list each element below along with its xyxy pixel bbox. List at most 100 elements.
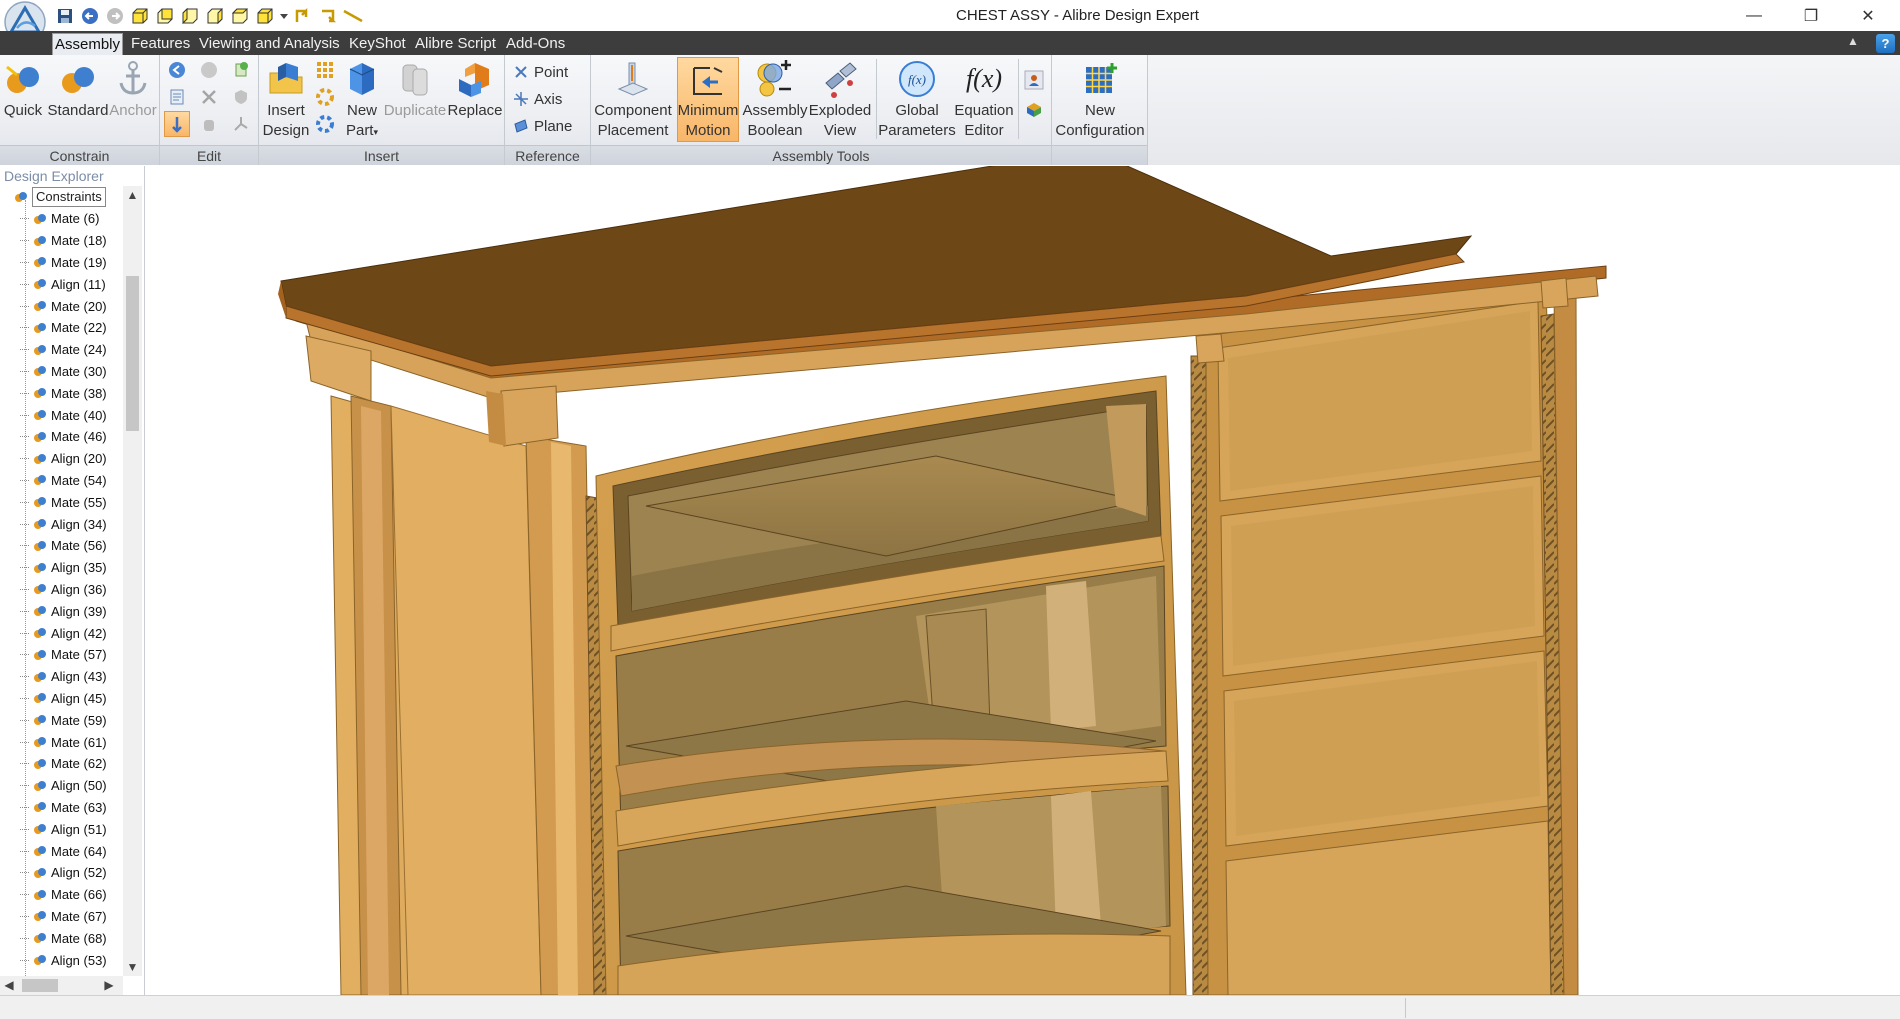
- minimum-motion-button[interactable]: Minimum Motion: [677, 57, 739, 142]
- scroll-thumb-horizontal[interactable]: [22, 979, 58, 992]
- axis-button[interactable]: Axis: [513, 87, 562, 111]
- tree-item[interactable]: Mate (62): [20, 753, 107, 775]
- tree-item[interactable]: Mate (19): [20, 252, 107, 274]
- tab-add-ons[interactable]: Add-Ons: [504, 33, 567, 55]
- tree-item[interactable]: Mate (46): [20, 426, 107, 448]
- assembly-boolean-button[interactable]: Assembly Boolean: [742, 57, 808, 141]
- anchor-button[interactable]: Anchor: [109, 57, 157, 121]
- pattern-icon[interactable]: [312, 57, 338, 83]
- scroll-up-icon[interactable]: ▲: [123, 186, 142, 204]
- explorer-horizontal-scrollbar[interactable]: ◀ ▶: [0, 976, 123, 995]
- tree-item[interactable]: Mate (6): [20, 208, 99, 230]
- tree-item[interactable]: Mate (24): [20, 339, 107, 361]
- tree-root-constraints[interactable]: Constraints: [14, 186, 106, 207]
- sketch-icon[interactable]: [292, 5, 314, 27]
- new-configuration-button[interactable]: New Configuration: [1054, 57, 1146, 141]
- standard-constraint-button[interactable]: Standard: [47, 57, 109, 121]
- collapse-ribbon-icon[interactable]: ▲: [1844, 34, 1862, 52]
- scroll-left-icon[interactable]: ◀: [0, 976, 18, 995]
- tree-item[interactable]: Mate (20): [20, 295, 107, 317]
- replace-button[interactable]: Replace: [447, 57, 503, 121]
- plane-button[interactable]: Plane: [513, 114, 572, 138]
- tab-viewing-and-analysis[interactable]: Viewing and Analysis: [197, 33, 342, 55]
- edit-back-icon[interactable]: [164, 57, 190, 83]
- tab-features[interactable]: Features: [129, 33, 192, 55]
- view-left-icon[interactable]: [179, 5, 201, 27]
- tree-item[interactable]: Mate (18): [20, 230, 107, 252]
- edit-properties-icon[interactable]: [164, 84, 190, 110]
- scroll-down-icon[interactable]: ▼: [123, 958, 142, 976]
- tab-alibre-script[interactable]: Alibre Script: [413, 33, 498, 55]
- scroll-thumb[interactable]: [126, 276, 139, 431]
- assembly-tool-parts-icon[interactable]: [1021, 96, 1047, 122]
- tree-item[interactable]: Mate (56): [20, 535, 107, 557]
- close-icon[interactable]: ✕: [1840, 0, 1896, 31]
- tree-item[interactable]: Align (45): [20, 688, 107, 710]
- 3d-viewport[interactable]: [146, 166, 1900, 995]
- tree-item[interactable]: Mate (63): [20, 797, 107, 819]
- global-parameters-button[interactable]: f(x) Global Parameters: [877, 57, 957, 141]
- tree-item[interactable]: Mate (40): [20, 404, 107, 426]
- tree-item[interactable]: Align (20): [20, 448, 107, 470]
- edit-axes-icon[interactable]: [228, 111, 254, 137]
- edit-forward-icon[interactable]: [196, 57, 222, 83]
- undo-icon[interactable]: [79, 5, 101, 27]
- save-icon[interactable]: [54, 5, 76, 27]
- tree-item[interactable]: Align (36): [20, 579, 107, 601]
- restore-icon[interactable]: ❐: [1783, 0, 1839, 31]
- view-front-icon[interactable]: [129, 5, 151, 27]
- tab-keyshot[interactable]: KeyShot: [347, 33, 408, 55]
- exploded-view-button[interactable]: Exploded View: [809, 57, 871, 141]
- tab-assembly[interactable]: Assembly: [52, 33, 124, 55]
- circular-pattern-icon[interactable]: [312, 84, 338, 110]
- arc-icon[interactable]: [317, 5, 339, 27]
- tree-item[interactable]: Align (42): [20, 622, 107, 644]
- tree-item[interactable]: Mate (59): [20, 709, 107, 731]
- duplicate-button[interactable]: Duplicate: [383, 57, 447, 121]
- scroll-right-icon[interactable]: ▶: [100, 976, 118, 995]
- component-placement-button[interactable]: Component Placement: [594, 57, 672, 141]
- tree-item[interactable]: Align (52): [20, 862, 107, 884]
- dropdown-icon[interactable]: [279, 5, 289, 27]
- tree-item[interactable]: Mate (55): [20, 491, 107, 513]
- view-top-icon[interactable]: [229, 5, 251, 27]
- chest-of-drawers-3d-model[interactable]: [146, 166, 1900, 995]
- tree-item[interactable]: Align (35): [20, 557, 107, 579]
- tree-item[interactable]: Align (43): [20, 666, 107, 688]
- edit-shield-icon[interactable]: [228, 84, 254, 110]
- line-icon[interactable]: [342, 5, 364, 27]
- view-back-icon[interactable]: [154, 5, 176, 27]
- tree-item[interactable]: Mate (66): [20, 884, 107, 906]
- edit-hand-icon[interactable]: [196, 111, 222, 137]
- redo-icon[interactable]: [104, 5, 126, 27]
- explorer-vertical-scrollbar[interactable]: ▲ ▼: [123, 186, 142, 976]
- tree-item[interactable]: Mate (61): [20, 731, 107, 753]
- tree-item[interactable]: Align (11): [20, 273, 106, 295]
- tree-item[interactable]: Mate (38): [20, 382, 107, 404]
- new-part-button[interactable]: New Part▾: [344, 57, 380, 142]
- tree-item[interactable]: Mate (57): [20, 644, 107, 666]
- tree-item[interactable]: Align (50): [20, 775, 107, 797]
- tree-item[interactable]: Mate (30): [20, 361, 107, 383]
- help-icon[interactable]: ?: [1876, 34, 1895, 53]
- tree-item[interactable]: Align (51): [20, 818, 107, 840]
- point-button[interactable]: Point: [513, 60, 568, 84]
- edit-insert-icon[interactable]: [228, 57, 254, 83]
- assembly-tool-person-icon[interactable]: [1021, 67, 1047, 93]
- view-right-icon[interactable]: [204, 5, 226, 27]
- tree-item[interactable]: Align (39): [20, 600, 107, 622]
- mirror-pattern-icon[interactable]: [312, 111, 338, 137]
- tree-item[interactable]: Mate (67): [20, 906, 107, 928]
- equation-editor-button[interactable]: f(x) Equation Editor: [951, 57, 1017, 141]
- tree-item[interactable]: Align (53): [20, 949, 107, 971]
- view-iso-icon[interactable]: [254, 5, 276, 27]
- delete-icon[interactable]: [196, 84, 222, 110]
- edit-move-icon[interactable]: [164, 111, 190, 137]
- insert-design-button[interactable]: Insert Design: [261, 57, 311, 141]
- tree-item[interactable]: Mate (68): [20, 927, 107, 949]
- minimize-icon[interactable]: —: [1726, 0, 1782, 31]
- tree-item[interactable]: Mate (54): [20, 470, 107, 492]
- quick-constraint-button[interactable]: Quick: [3, 57, 43, 121]
- tree-item[interactable]: Mate (64): [20, 840, 107, 862]
- tree-item[interactable]: Align (34): [20, 513, 107, 535]
